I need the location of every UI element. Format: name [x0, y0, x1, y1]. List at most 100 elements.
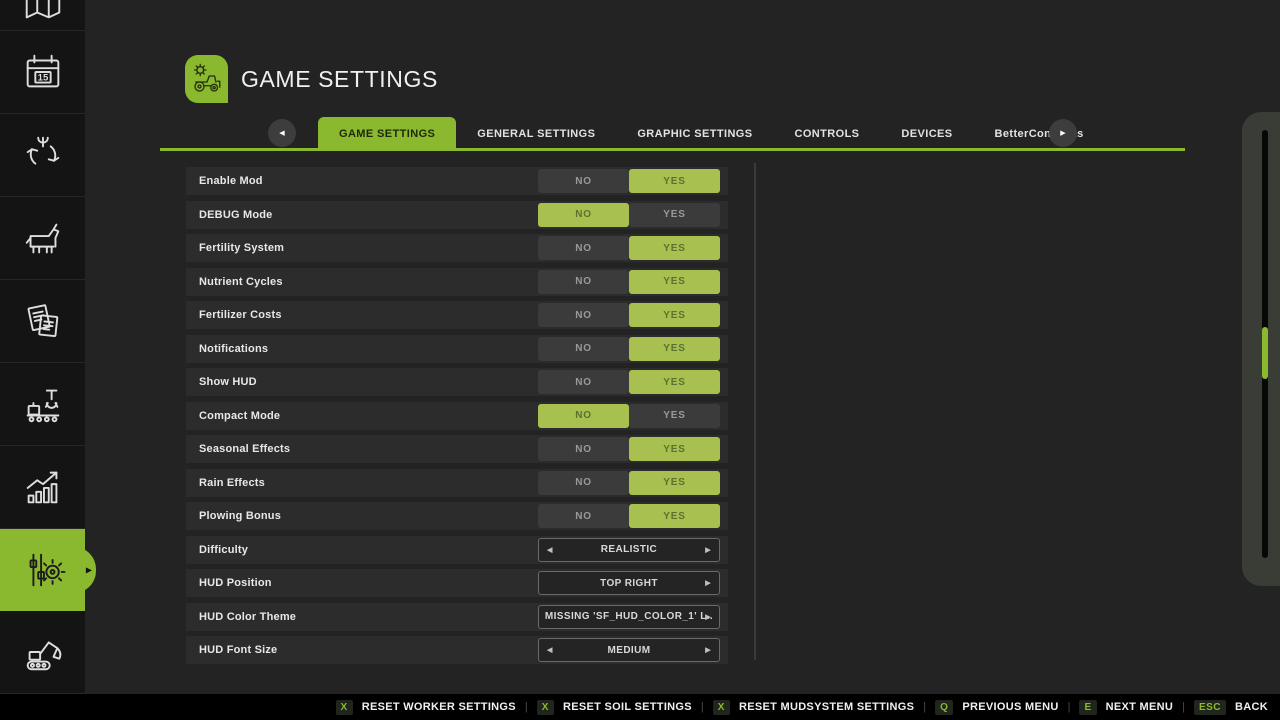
setting-row: HUD Font Size◀MEDIUM▶ [186, 636, 728, 664]
footer-action-next-menu[interactable]: E NEXT MENU [1079, 700, 1173, 715]
toggle-option-no[interactable]: NO [538, 203, 629, 227]
setting-label: Show HUD [199, 376, 257, 388]
toggle-option-no[interactable]: NO [538, 337, 629, 361]
page-scrollbar-thumb[interactable] [1262, 327, 1268, 379]
toggle-option-no[interactable]: NO [538, 370, 629, 394]
toggle-option-yes[interactable]: YES [629, 504, 720, 528]
caret-right-icon[interactable]: ▶ [705, 579, 711, 587]
tabs-scroll-next-button[interactable]: ▶ [1049, 119, 1077, 147]
keybind-badge: X [336, 700, 353, 715]
keybind-badge: E [1079, 700, 1096, 715]
option-selector[interactable]: MISSING 'SF_HUD_COLOR_1' L..▶ [538, 605, 720, 629]
setting-row: Enable Mod NOYES [186, 167, 728, 195]
footer-separator: | [525, 701, 528, 713]
toggle-option-no[interactable]: NO [538, 404, 629, 428]
toggle-option-yes[interactable]: YES [629, 169, 720, 193]
sidebar-nav: 15 ▶ [0, 0, 85, 694]
tab-underline [160, 148, 1185, 151]
setting-label: Enable Mod [199, 175, 263, 187]
tab-general-settings[interactable]: GENERAL SETTINGS [456, 117, 616, 151]
toggle-option-no[interactable]: NO [538, 236, 629, 260]
setting-row: Difficulty◀REALISTIC▶ [186, 536, 728, 564]
tab-controls[interactable]: CONTROLS [774, 117, 881, 151]
selected-value: REALISTIC [601, 544, 657, 555]
selected-value: MISSING 'SF_HUD_COLOR_1' L.. [545, 611, 713, 622]
excavator-icon [20, 629, 66, 675]
footer-action-label: RESET WORKER SETTINGS [362, 701, 516, 713]
toggle-option-yes[interactable]: YES [629, 236, 720, 260]
setting-row: NotificationsNOYES [186, 335, 728, 363]
footer-action-back[interactable]: ESCBACK [1194, 700, 1268, 715]
toggle-option-yes[interactable]: YES [629, 404, 720, 428]
footer-action-reset-mudsystem-settings[interactable]: XRESET MUDSYSTEM SETTINGS [713, 700, 914, 715]
selected-value: TOP RIGHT [600, 578, 658, 589]
tabs-scroll-prev-button[interactable]: ◀ [268, 119, 296, 147]
toggle-option-no[interactable]: NO [538, 471, 629, 495]
sidebar-item-map[interactable] [0, 0, 85, 31]
footer-action-reset-worker-settings[interactable]: X RESET WORKER SETTINGS [336, 700, 516, 715]
footer-action-label: NEXT MENU [1106, 701, 1173, 713]
sidebar-item-statistics[interactable] [0, 446, 85, 529]
setting-label: HUD Color Theme [199, 611, 296, 623]
svg-text:15: 15 [37, 73, 48, 84]
settings-icon [20, 547, 66, 593]
sidebar-item-crop-rotation[interactable] [0, 114, 85, 197]
sidebar-item-contracts[interactable] [0, 280, 85, 363]
setting-label: Plowing Bonus [199, 510, 281, 522]
caret-right-icon[interactable]: ▶ [705, 613, 711, 621]
setting-label: Compact Mode [199, 410, 280, 422]
option-selector[interactable]: TOP RIGHT ▶ [538, 571, 720, 595]
setting-row: Nutrient CyclesNOYES [186, 268, 728, 296]
tab-devices[interactable]: DEVICES [880, 117, 973, 151]
setting-row: HUD PositionTOP RIGHT▶ [186, 569, 728, 597]
calendar-icon: 15 [20, 49, 66, 95]
setting-row: DEBUG ModeNOYES [186, 201, 728, 229]
yes-no-toggle: NOYES [538, 504, 720, 528]
selected-value: MEDIUM [608, 645, 651, 656]
tab-graphic-settings[interactable]: GRAPHIC SETTINGS [616, 117, 773, 151]
rotation-icon [20, 132, 66, 178]
setting-label: Rain Effects [199, 477, 265, 489]
tab-bettercontracts[interactable]: BetterContracts [974, 117, 1105, 151]
sidebar-item-settings[interactable]: ▶ [0, 529, 85, 611]
footer-separator: | [923, 701, 926, 713]
toggle-option-yes[interactable]: YES [629, 370, 720, 394]
toggle-option-yes[interactable]: YES [629, 337, 720, 361]
yes-no-toggle: NOYES [538, 236, 720, 260]
toggle-option-yes[interactable]: YES [629, 303, 720, 327]
sidebar-item-construction[interactable] [0, 611, 85, 694]
toggle-option-yes[interactable]: YES [629, 437, 720, 461]
stats-icon [20, 464, 66, 510]
footer-action-reset-soil-settings[interactable]: XRESET SOIL SETTINGS [537, 700, 692, 715]
footer-action-previous-menu[interactable]: Q PREVIOUS MENU [935, 700, 1058, 715]
toggle-option-no[interactable]: NO [538, 303, 629, 327]
caret-right-icon[interactable]: ▶ [705, 646, 711, 654]
tab-game-settings[interactable]: GAME SETTINGS [318, 117, 456, 151]
keybind-badge: Q [935, 700, 953, 715]
cow-icon [20, 215, 66, 261]
sidebar-item-animals[interactable] [0, 197, 85, 280]
production-icon [20, 381, 66, 427]
sidebar-item-calendar[interactable]: 15 [0, 31, 85, 114]
caret-left-icon[interactable]: ◀ [547, 646, 553, 654]
yes-no-toggle: NOYES [538, 203, 720, 227]
toggle-option-no[interactable]: NO [538, 504, 629, 528]
caret-left-icon[interactable]: ◀ [547, 546, 553, 554]
keybind-badge: X [537, 700, 554, 715]
toggle-option-no[interactable]: NO [538, 169, 629, 193]
sidebar-item-production[interactable] [0, 363, 85, 446]
footer-separator: | [1182, 701, 1185, 713]
yes-no-toggle: NOYES [538, 471, 720, 495]
toggle-option-yes[interactable]: YES [629, 471, 720, 495]
keybind-badge: ESC [1194, 700, 1226, 715]
option-selector[interactable]: ◀ MEDIUM ▶ [538, 638, 720, 662]
option-selector[interactable]: ◀ REALISTIC ▶ [538, 538, 720, 562]
toggle-option-no[interactable]: NO [538, 437, 629, 461]
toggle-option-yes[interactable]: YES [629, 270, 720, 294]
toggle-option-yes[interactable]: YES [629, 203, 720, 227]
setting-row: Rain Effects NOYES [186, 469, 728, 497]
setting-row: Fertility SystemNOYES [186, 234, 728, 262]
toggle-option-no[interactable]: NO [538, 270, 629, 294]
caret-right-icon[interactable]: ▶ [705, 546, 711, 554]
footer-action-label: PREVIOUS MENU [962, 701, 1058, 713]
